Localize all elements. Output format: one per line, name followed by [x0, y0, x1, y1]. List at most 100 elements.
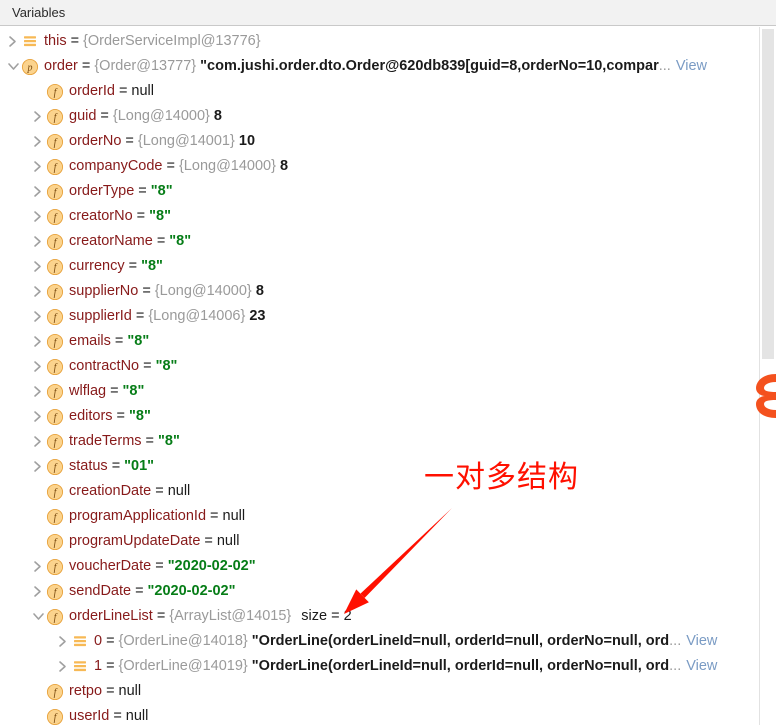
- variable-row[interactable]: f tradeTerms = "8": [0, 429, 776, 454]
- variable-value: null: [131, 83, 154, 99]
- variable-row[interactable]: f creationDate = null: [0, 479, 776, 504]
- list-icon: [71, 658, 89, 676]
- variable-row[interactable]: f status = "01": [0, 454, 776, 479]
- chevron-right-icon[interactable]: [29, 304, 46, 329]
- chevron-right-icon[interactable]: [29, 354, 46, 379]
- chevron-down-icon[interactable]: [29, 604, 46, 629]
- variable-row[interactable]: this = {OrderServiceImpl@13776}: [0, 29, 776, 54]
- variable-row[interactable]: f emails = "8": [0, 329, 776, 354]
- variable-row[interactable]: p order = {Order@13777} "com.jushi.order.dt…: [0, 54, 776, 79]
- equals-sign: =: [113, 708, 122, 724]
- equals-sign: =: [116, 408, 125, 424]
- variable-row[interactable]: 0 = {OrderLine@14018} "OrderLine(orderLine…: [0, 629, 776, 654]
- chevron-right-icon[interactable]: [29, 279, 46, 304]
- equals-sign: =: [135, 583, 144, 599]
- chevron-right-icon[interactable]: [54, 654, 71, 679]
- vertical-scrollbar-thumb[interactable]: [762, 29, 774, 359]
- chevron-right-icon[interactable]: [29, 254, 46, 279]
- field-icon: f: [46, 283, 64, 301]
- variable-value: null: [167, 483, 191, 499]
- equals-sign: =: [110, 383, 119, 399]
- variable-row[interactable]: f creatorName = "8": [0, 229, 776, 254]
- chevron-right-icon[interactable]: [29, 179, 46, 204]
- object-reference: {Long@14006}: [148, 308, 246, 324]
- variable-name: 1: [94, 658, 103, 674]
- equals-sign: =: [70, 33, 80, 49]
- chevron-right-icon[interactable]: [29, 379, 46, 404]
- variable-value: "8": [169, 233, 192, 249]
- field-icon: f: [46, 458, 64, 476]
- variable-row[interactable]: f currency = "8": [0, 254, 776, 279]
- equals-sign: =: [81, 58, 91, 74]
- field-icon: f: [46, 358, 64, 376]
- chevron-placeholder: [29, 704, 46, 725]
- variable-value: null: [216, 533, 240, 549]
- equals-sign: =: [106, 658, 115, 674]
- variable-row[interactable]: f supplierNo = {Long@14000} 8: [0, 279, 776, 304]
- equals-sign: =: [111, 458, 121, 474]
- variable-row[interactable]: f wlflag = "8": [0, 379, 776, 404]
- variable-name: companyCode: [69, 158, 163, 174]
- equals-sign: =: [118, 83, 128, 99]
- truncation-ellipsis: ...: [658, 58, 671, 74]
- variable-row[interactable]: f creatorNo = "8": [0, 204, 776, 229]
- variable-row[interactable]: f retpo = null: [0, 679, 776, 704]
- chevron-right-icon[interactable]: [29, 554, 46, 579]
- edge-decoration-graphic: [756, 372, 776, 420]
- view-value-link[interactable]: View: [681, 629, 717, 654]
- variable-row[interactable]: f companyCode = {Long@14000} 8: [0, 154, 776, 179]
- equals-sign: =: [106, 633, 115, 649]
- variable-row[interactable]: f userId = null: [0, 704, 776, 725]
- variable-name: wlflag: [69, 383, 107, 399]
- variable-value: "2020-02-02": [167, 558, 256, 574]
- chevron-right-icon[interactable]: [29, 454, 46, 479]
- variable-value: null: [125, 708, 149, 724]
- variable-row[interactable]: f contractNo = "8": [0, 354, 776, 379]
- variable-row[interactable]: f voucherDate = "2020-02-02": [0, 554, 776, 579]
- variable-row[interactable]: f orderNo = {Long@14001} 10: [0, 129, 776, 154]
- variable-row[interactable]: f orderId = null: [0, 79, 776, 104]
- equals-sign: =: [128, 258, 138, 274]
- field-icon: f: [46, 708, 64, 725]
- variable-name: orderId: [69, 83, 115, 99]
- variable-row[interactable]: f orderLineList = {ArrayList@14015} size = …: [0, 604, 776, 629]
- variable-row[interactable]: f supplierId = {Long@14006} 23: [0, 304, 776, 329]
- list-icon: [71, 633, 89, 651]
- chevron-right-icon[interactable]: [54, 629, 71, 654]
- chevron-right-icon[interactable]: [29, 429, 46, 454]
- variable-row[interactable]: f programUpdateDate = null: [0, 529, 776, 554]
- chevron-right-icon[interactable]: [29, 104, 46, 129]
- variable-name: programUpdateDate: [69, 533, 201, 549]
- field-icon: f: [46, 308, 64, 326]
- variables-tree-viewport: this = {OrderServiceImpl@13776} p order = {Or…: [0, 27, 776, 725]
- variable-row[interactable]: 1 = {OrderLine@14019} "OrderLine(orderLine…: [0, 654, 776, 679]
- chevron-right-icon[interactable]: [29, 154, 46, 179]
- view-value-link[interactable]: View: [671, 54, 707, 79]
- field-icon: f: [46, 433, 64, 451]
- chevron-right-icon[interactable]: [29, 129, 46, 154]
- variable-row[interactable]: f sendDate = "2020-02-02": [0, 579, 776, 604]
- chevron-placeholder: [29, 529, 46, 554]
- equals-sign: =: [135, 308, 145, 324]
- chevron-right-icon[interactable]: [29, 579, 46, 604]
- variable-row[interactable]: f programApplicationId = null: [0, 504, 776, 529]
- chevron-down-icon[interactable]: [4, 54, 21, 79]
- list-icon: [21, 33, 39, 51]
- field-icon: f: [46, 233, 64, 251]
- chevron-right-icon[interactable]: [29, 329, 46, 354]
- view-value-link[interactable]: View: [681, 654, 717, 679]
- chevron-right-icon[interactable]: [29, 229, 46, 254]
- variable-row[interactable]: f editors = "8": [0, 404, 776, 429]
- variable-name: programApplicationId: [69, 508, 207, 524]
- chevron-right-icon[interactable]: [29, 204, 46, 229]
- variable-value: "8": [149, 208, 171, 224]
- variable-value: "8": [129, 408, 151, 424]
- chevron-right-icon[interactable]: [4, 29, 21, 54]
- object-reference: {ArrayList@14015}: [169, 608, 292, 624]
- chevron-right-icon[interactable]: [29, 404, 46, 429]
- variable-row[interactable]: f orderType = "8": [0, 179, 776, 204]
- variable-row[interactable]: f guid = {Long@14000} 8: [0, 104, 776, 129]
- tab-variables[interactable]: Variables: [0, 0, 75, 25]
- variable-name: this: [44, 33, 67, 49]
